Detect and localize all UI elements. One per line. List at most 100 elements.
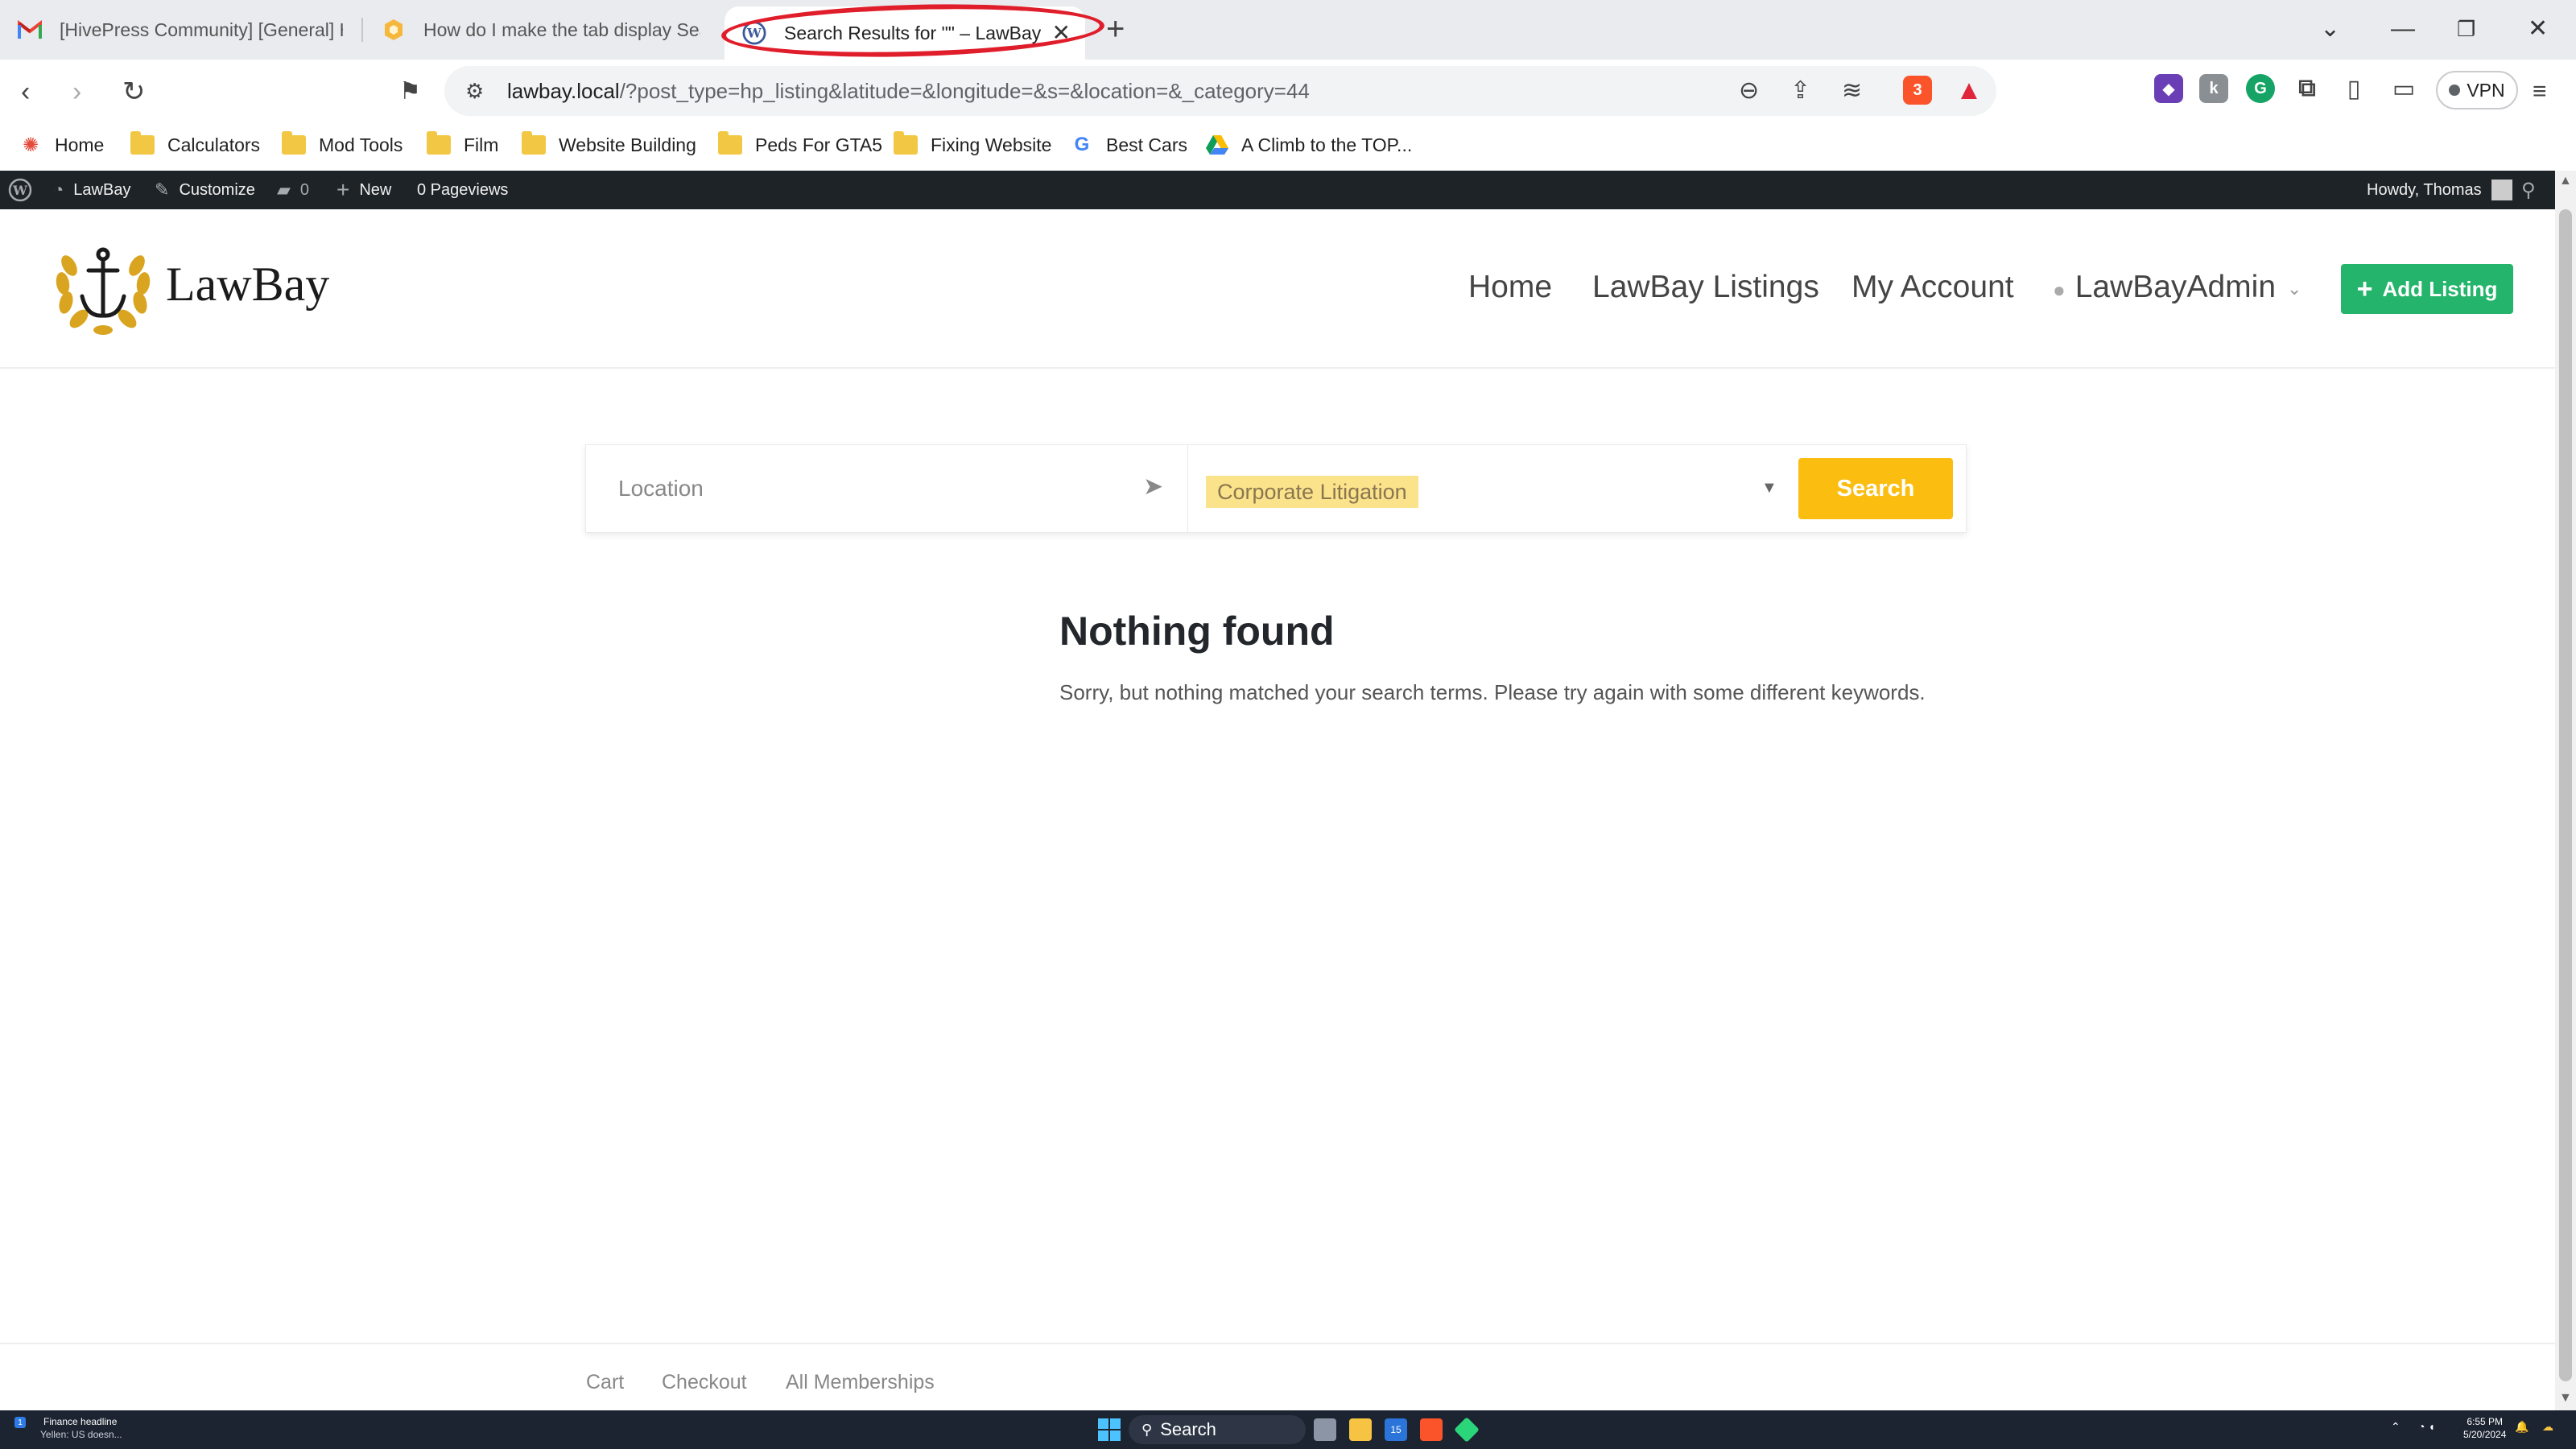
folder-icon (718, 131, 742, 155)
zoom-icon[interactable]: ⊖ (1739, 77, 1759, 105)
network-icon[interactable]: ◔ ◖ (2418, 1420, 2435, 1433)
share-icon[interactable]: ⇪ (1790, 77, 1810, 105)
bookmark-best-cars[interactable]: G Best Cars (1071, 129, 1187, 161)
admin-customize[interactable]: ✎ Customize (155, 171, 255, 209)
bookmark-website-building[interactable]: Website Building (522, 129, 696, 161)
file-explorer-icon[interactable] (1349, 1418, 1372, 1441)
extensions-icon[interactable]: ⧉ (2293, 74, 2322, 103)
url-text[interactable]: lawbay.local/?post_type=hp_listing&latit… (507, 77, 1310, 105)
folder-icon (130, 131, 155, 155)
folder-icon (522, 131, 546, 155)
tab-search-icon[interactable]: ⌄ (2320, 14, 2340, 43)
tab-hivepress[interactable]: How do I make the tab display Search Res… (364, 8, 718, 52)
store-icon[interactable]: 15 (1385, 1418, 1407, 1441)
admin-howdy[interactable]: Howdy, Thomas (2367, 171, 2512, 209)
bookmark-icon[interactable]: ⚑ (399, 76, 421, 108)
chevron-down-icon[interactable]: ▼ (1761, 479, 1777, 497)
bookmark-peds-for-gta5[interactable]: Peds For GTA5 (718, 129, 882, 161)
extension-purple-icon[interactable]: ◆ (2154, 74, 2183, 103)
page-scrollbar[interactable]: ▲ ▼ (2555, 171, 2576, 1410)
bookmark-film[interactable]: Film (427, 129, 498, 161)
site-footer: Cart Checkout All Memberships (0, 1343, 2555, 1410)
nav-home[interactable]: Home (1468, 267, 1552, 308)
grammarly-icon[interactable]: G (2246, 74, 2275, 103)
google-icon: G (1074, 134, 1090, 155)
task-view-icon[interactable] (1314, 1418, 1336, 1441)
back-icon[interactable]: ‹ (21, 76, 30, 108)
bookmark-a-climb[interactable]: A Climb to the TOP... (1206, 129, 1412, 161)
admin-site-name[interactable]: ◔ LawBay (53, 171, 130, 209)
bookmark-mod-tools[interactable]: Mod Tools (282, 129, 402, 161)
site-page: LawBay Home LawBay Listings My Account ●… (0, 209, 2555, 1410)
extension-grey-icon[interactable]: k (2199, 74, 2228, 103)
plus-icon: + (2356, 273, 2373, 304)
nav-listings[interactable]: LawBay Listings (1592, 267, 1819, 308)
add-listing-button[interactable]: + Add Listing (2341, 264, 2513, 314)
scrollbar-thumb[interactable] (2559, 209, 2572, 1381)
footer-link-memberships[interactable]: All Memberships (786, 1368, 935, 1396)
address-bar[interactable]: ⚙ lawbay.local/?post_type=hp_listing&lat… (444, 66, 1996, 116)
notification-icon[interactable]: 🔔 (2515, 1420, 2529, 1434)
wallet-icon[interactable]: ▭ (2389, 74, 2418, 103)
logo-text[interactable]: LawBay (166, 256, 329, 312)
nav-user-menu[interactable]: ● LawBayAdmin ⌄ (2053, 267, 2301, 310)
bookmark-fixing-website[interactable]: Fixing Website (894, 129, 1051, 161)
bookmark-calculators[interactable]: Calculators (130, 129, 260, 161)
avatar (2491, 180, 2512, 200)
tab-title: [HivePress Community] [General] How do I… (60, 19, 343, 40)
news-widget[interactable]: 1 Finance headline Yellen: US doesn... (14, 1415, 122, 1441)
vpn-button[interactable]: VPN (2436, 71, 2518, 109)
chevron-down-icon: ⌄ (2287, 278, 2302, 299)
restore-icon[interactable]: ❐ (2457, 14, 2475, 43)
wp-admin-bar: W ◔ LawBay ✎ Customize ▰ 0 + New 0 Pagev… (0, 171, 2576, 209)
clock[interactable]: 6:55 PM 5/20/2024 (2463, 1415, 2506, 1441)
forward-icon[interactable]: › (72, 76, 81, 108)
weather-icon[interactable]: ☁ (2542, 1420, 2553, 1434)
tab-gmail[interactable]: [HivePress Community] [General] How do I… (0, 8, 361, 52)
minimize-icon[interactable]: — (2391, 14, 2415, 43)
folder-icon (282, 131, 306, 155)
windows-taskbar: 1 Finance headline Yellen: US doesn... ⚲ S… (0, 1410, 2576, 1449)
site-settings-icon[interactable]: ⚙ (465, 77, 484, 105)
admin-search-icon[interactable]: ⚲ (2521, 171, 2536, 209)
tab-separator (361, 18, 363, 42)
scroll-down-icon[interactable]: ▼ (2559, 1391, 2572, 1406)
taskbar-search[interactable]: ⚲ Search (1129, 1415, 1306, 1444)
brave-shield-icon[interactable]: 3 (1903, 76, 1932, 105)
close-window-icon[interactable]: ✕ (2528, 14, 2548, 43)
bookmark-home[interactable]: ✺ Home (19, 129, 104, 161)
comment-icon: ▰ (277, 180, 291, 200)
sidebar-icon[interactable]: ▯ (2339, 74, 2368, 103)
brush-icon: ✎ (155, 180, 170, 200)
reload-icon[interactable]: ↻ (122, 76, 146, 108)
footer-link-checkout[interactable]: Checkout (662, 1368, 747, 1396)
new-tab-icon[interactable]: + (1106, 11, 1125, 47)
windows-start-icon[interactable] (1098, 1418, 1121, 1441)
location-input[interactable] (586, 445, 1188, 532)
rss-icon[interactable]: ≋ (1842, 77, 1862, 105)
app-green-icon[interactable] (1454, 1417, 1480, 1443)
brave-rewards-icon[interactable]: ▲ (1955, 75, 1984, 105)
lawbay-logo-icon[interactable] (52, 242, 155, 336)
category-select[interactable]: Corporate Litigation (1206, 445, 1568, 532)
nav-my-account[interactable]: My Account (1852, 267, 2014, 308)
listing-search-form: ➤ Corporate Litigation ▼ Search (585, 444, 1967, 533)
brave-taskbar-icon[interactable] (1420, 1418, 1443, 1441)
admin-pageviews[interactable]: 0 Pageviews (417, 171, 508, 209)
locate-arrow-icon[interactable]: ➤ (1143, 473, 1163, 501)
wp-logo-icon[interactable]: W (8, 171, 32, 209)
gmail-icon (18, 18, 42, 42)
admin-comments[interactable]: ▰ 0 (277, 171, 309, 209)
search-button[interactable]: Search (1798, 458, 1953, 519)
vpn-status-icon (2449, 85, 2461, 96)
menu-icon[interactable]: ≡ (2533, 76, 2547, 108)
browser-toolbar: ‹ › ↻ ⚑ ⚙ lawbay.local/?post_type=hp_lis… (0, 60, 2576, 122)
result-message: Sorry, but nothing matched your search t… (1059, 680, 1926, 704)
footer-link-cart[interactable]: Cart (586, 1368, 624, 1396)
plus-icon: + (336, 177, 350, 202)
scroll-up-icon[interactable]: ▲ (2559, 174, 2572, 188)
tray-chevron-icon[interactable]: ⌃ (2391, 1420, 2401, 1434)
folder-icon (894, 131, 918, 155)
admin-new[interactable]: + New (336, 171, 391, 209)
site-header: LawBay Home LawBay Listings My Account ●… (0, 209, 2555, 369)
